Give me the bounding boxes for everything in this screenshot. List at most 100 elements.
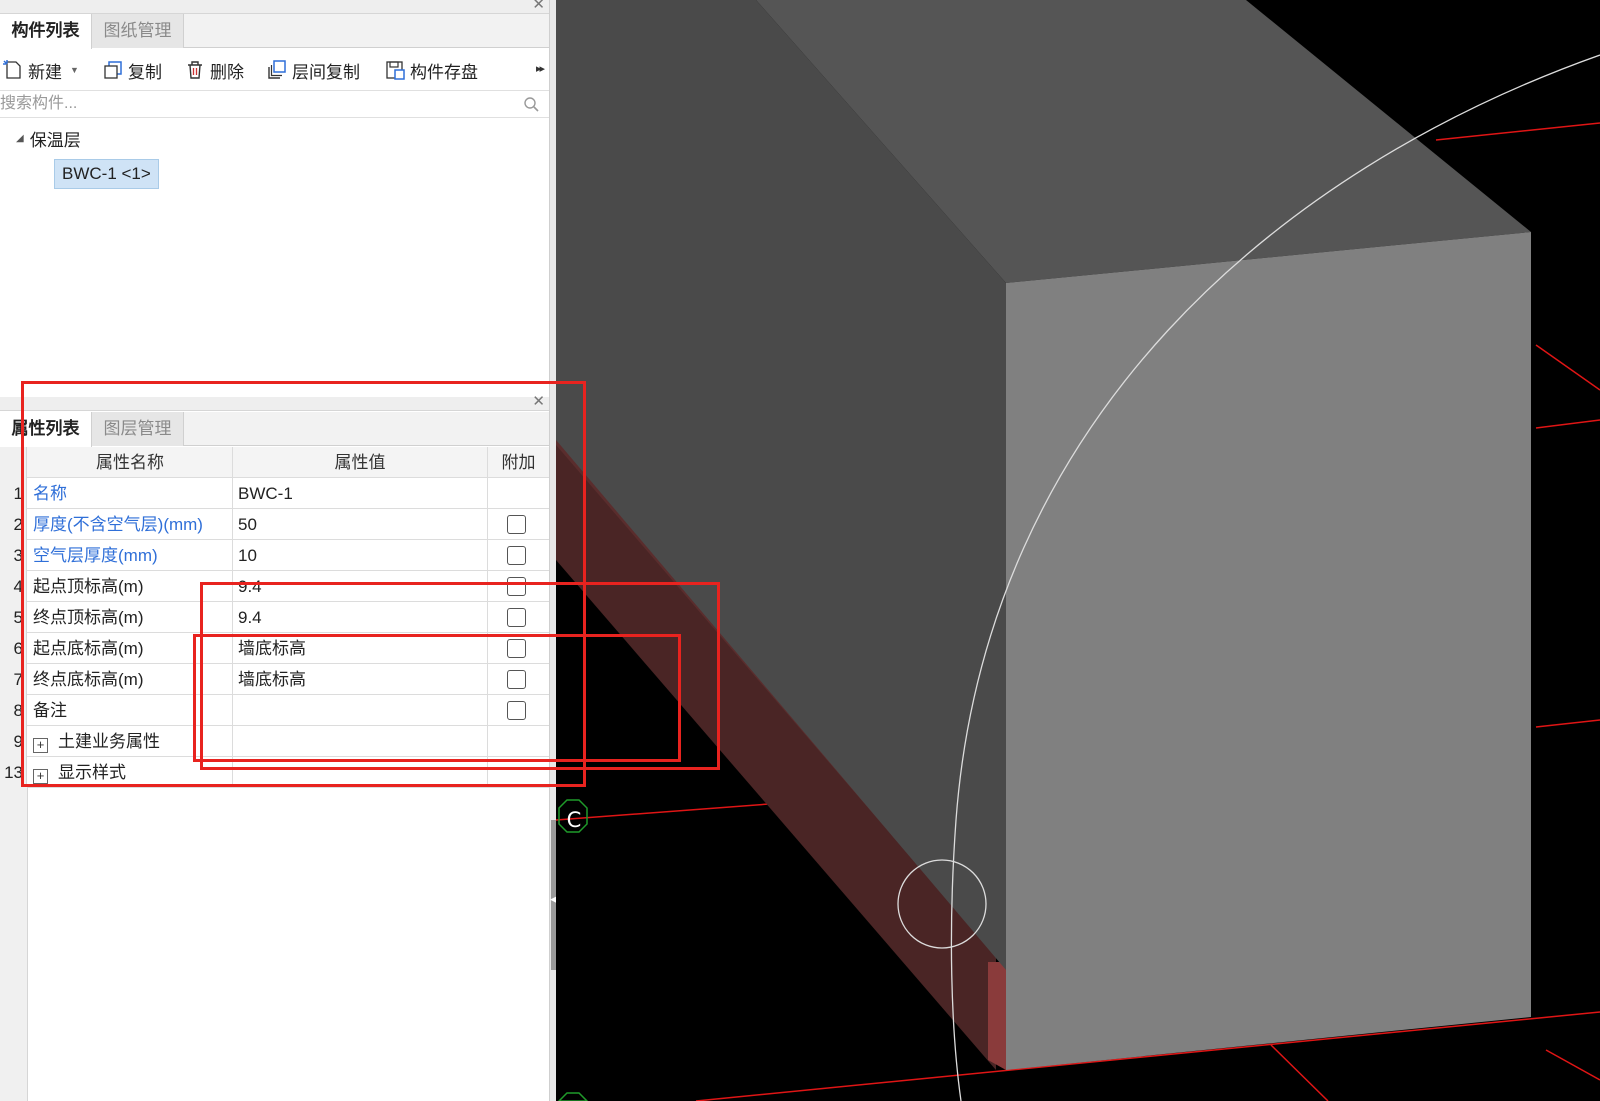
save-component-button[interactable]: 构件存盘 (384, 57, 478, 83)
row-number-header (0, 447, 27, 478)
copy-button[interactable]: 复制 (102, 57, 162, 83)
extra-checkbox[interactable] (507, 546, 526, 565)
property-value[interactable]: 10 (233, 540, 488, 571)
left-panel: ✕ 构件列表 图纸管理 新建 ▼ 复制 删除 层间复制 构件存盘 ▸▸ 搜索构件… (0, 0, 556, 1101)
floor-copy-button-label: 层间复制 (292, 62, 360, 82)
property-value[interactable]: 墙底标高 (233, 664, 488, 695)
property-name: 起点底标高(m) (28, 633, 233, 664)
axis-label: C (566, 808, 582, 832)
insulation-layer-edge (988, 962, 1006, 1070)
wall-front-face (1006, 232, 1531, 1070)
table-row[interactable]: 9 + 土建业务属性 (0, 726, 549, 757)
property-name: 备注 (28, 695, 233, 726)
component-toolbar: 新建 ▼ 复制 删除 层间复制 构件存盘 ▸▸ (0, 49, 549, 89)
table-row[interactable]: 4 起点顶标高(m) 9.4 (0, 571, 549, 602)
property-group-label: 土建业务属性 (58, 732, 160, 751)
property-value[interactable]: 50 (233, 509, 488, 540)
extra-checkbox[interactable] (507, 515, 526, 534)
new-button[interactable]: 新建 ▼ (2, 57, 79, 83)
row-number: 1 (0, 478, 27, 509)
extra-checkbox[interactable] (507, 608, 526, 627)
axis-label-marker (557, 799, 589, 1101)
extra-checkbox[interactable] (507, 639, 526, 658)
save-component-button-label: 构件存盘 (410, 62, 478, 82)
table-row[interactable]: 6 起点底标高(m) 墙底标高 (0, 633, 549, 664)
property-panel-titlebar: ✕ (0, 394, 549, 411)
extra-cell (488, 509, 549, 540)
property-name: 终点顶标高(m) (28, 602, 233, 633)
toolbar-overflow-icon[interactable]: ▸▸ (536, 62, 545, 75)
property-value[interactable]: 9.4 (233, 571, 488, 602)
tree-group-label: 保温层 (29, 131, 81, 150)
table-row[interactable]: 1 名称 BWC-1 (0, 478, 549, 509)
extra-checkbox[interactable] (507, 670, 526, 689)
table-row[interactable]: 8 备注 (0, 695, 549, 726)
property-group-name[interactable]: + 显示样式 (28, 757, 233, 788)
tab-drawing-management[interactable]: 图纸管理 (92, 14, 184, 48)
component-panel-titlebar: ✕ (0, 0, 549, 14)
expand-plus-icon[interactable]: + (33, 769, 48, 784)
property-value[interactable]: 墙底标高 (233, 633, 488, 664)
property-name: 空气层厚度(mm) (28, 540, 233, 571)
property-value[interactable]: 9.4 (233, 602, 488, 633)
save-disk-icon (386, 61, 405, 80)
extra-checkbox[interactable] (507, 577, 526, 596)
search-icon[interactable] (523, 96, 539, 112)
trash-icon (188, 61, 202, 79)
search-input[interactable] (0, 91, 515, 117)
row-number: 4 (0, 571, 27, 602)
extra-checkbox[interactable] (507, 701, 526, 720)
extra-cell (488, 571, 549, 602)
property-name: 厚度(不含空气层)(mm) (28, 509, 233, 540)
close-icon[interactable]: ✕ (532, 0, 545, 13)
copy-button-label: 复制 (128, 62, 162, 82)
copy-icon (104, 61, 122, 79)
row-number-gutter (0, 787, 28, 1101)
property-group-name[interactable]: + 土建业务属性 (28, 726, 233, 757)
extra-cell (488, 540, 549, 571)
component-search (0, 90, 549, 118)
tab-property-list[interactable]: 属性列表 (0, 412, 92, 447)
row-number: 3 (0, 540, 27, 571)
table-row[interactable]: 3 空气层厚度(mm) 10 (0, 540, 549, 571)
panel-splitter[interactable]: ◀ (549, 0, 557, 1101)
table-row[interactable]: 13 + 显示样式 (0, 757, 549, 788)
extra-cell (488, 478, 549, 509)
new-button-label: 新建 (28, 62, 62, 82)
component-panel-tabs: 构件列表 图纸管理 (0, 14, 549, 49)
extra-cell (488, 602, 549, 633)
3d-viewport[interactable]: C (556, 0, 1600, 1101)
property-value (233, 726, 488, 757)
column-header-value: 属性值 (233, 447, 488, 478)
table-row[interactable]: 7 终点底标高(m) 墙底标高 (0, 664, 549, 695)
extra-cell (488, 757, 549, 788)
close-icon[interactable]: ✕ (532, 394, 545, 410)
expand-plus-icon[interactable]: + (33, 738, 48, 753)
extra-cell (488, 633, 549, 664)
table-row[interactable]: 2 厚度(不含空气层)(mm) 50 (0, 509, 549, 540)
row-number: 6 (0, 633, 27, 664)
new-file-icon (3, 60, 21, 79)
chevron-down-icon[interactable]: ▼ (70, 65, 79, 75)
tree-item-bwc-1[interactable]: BWC-1 <1> (54, 159, 159, 189)
property-panel-tabs: 属性列表 图层管理 (0, 412, 549, 447)
component-tree: ◢ 保温层 BWC-1 <1> (0, 120, 549, 380)
tree-group-insulation[interactable]: ◢ 保温层 (16, 126, 81, 151)
tab-component-list[interactable]: 构件列表 (0, 14, 92, 49)
column-header-name: 属性名称 (28, 447, 233, 478)
extra-cell (488, 664, 549, 695)
property-name: 终点底标高(m) (28, 664, 233, 695)
row-number: 7 (0, 664, 27, 695)
floor-copy-button[interactable]: 层间复制 (266, 57, 360, 83)
delete-button[interactable]: 删除 (184, 57, 244, 83)
property-value[interactable]: BWC-1 (233, 478, 488, 509)
property-value[interactable] (233, 695, 488, 726)
row-number: 13 (0, 757, 27, 788)
tab-layer-management[interactable]: 图层管理 (92, 412, 184, 446)
delete-button-label: 删除 (210, 62, 244, 82)
property-name: 名称 (28, 478, 233, 509)
table-row[interactable]: 5 终点顶标高(m) 9.4 (0, 602, 549, 633)
row-number: 2 (0, 509, 27, 540)
expand-triangle-icon[interactable]: ◢ (16, 133, 24, 144)
extra-cell (488, 726, 549, 757)
